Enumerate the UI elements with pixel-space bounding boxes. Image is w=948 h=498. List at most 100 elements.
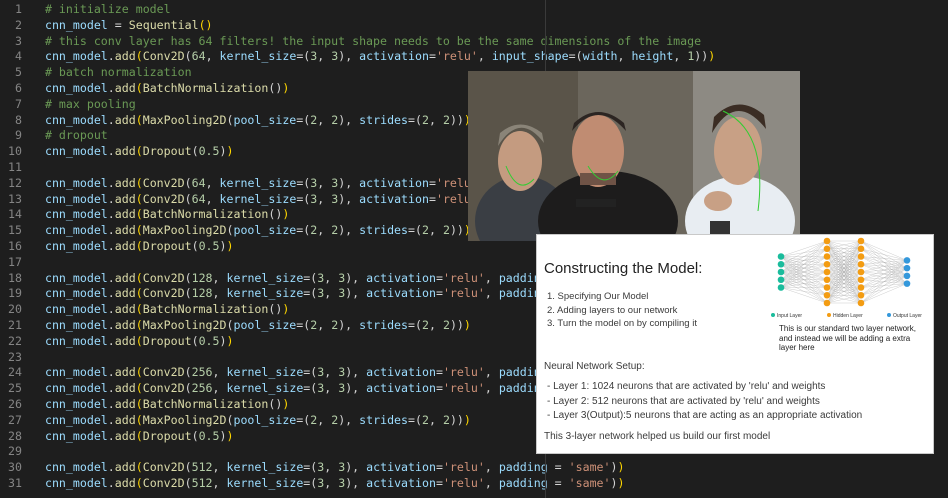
code-line[interactable]: 26 cnn_model.add(BatchNormalization()) [0,397,289,413]
code-line[interactable]: 11 [0,160,31,176]
line-number: 12 [8,175,22,190]
code-line[interactable]: 3 # this conv layer has 64 filters! the … [0,34,701,50]
network-node [857,291,865,299]
code-line[interactable]: 27 cnn_model.add(MaxPooling2D(pool_size=… [0,413,471,429]
code-line[interactable]: 2 cnn_model = Sequential() [0,18,213,34]
slide-footer: This 3-layer network helped us build our… [544,431,771,442]
line-number: 28 [8,428,22,443]
line-number: 21 [8,318,22,332]
network-node [857,245,865,253]
code-line[interactable]: 31 cnn_model.add(Conv2D(512, kernel_size… [0,476,625,492]
code-line[interactable]: 21 cnn_model.add(MaxPooling2D(pool_size=… [0,318,471,334]
network-node [777,284,785,291]
network-node [823,245,831,253]
line-number: 19 [8,286,22,301]
code-line[interactable]: 8 cnn_model.add(MaxPooling2D(pool_size=(… [0,113,471,129]
code-text: cnn_model.add(MaxPooling2D(pool_size=(2,… [44,412,471,427]
line-number: 2 [15,17,22,32]
code-text: cnn_model.add(Conv2D(64, kernel_size=(3,… [44,49,716,64]
setup-bullet: - Layer 2: 512 neurons that are activate… [547,395,820,407]
slide-title: Constructing the Model: [544,260,703,277]
network-node [777,260,785,268]
network-edge [860,260,908,273]
code-line[interactable]: 23 [0,350,31,366]
network-node [777,268,785,276]
setup-bullet: - Layer 3(Output):5 neurons that are act… [547,410,863,421]
network-node [857,284,865,291]
network-edge [780,287,828,304]
network-node [857,268,865,276]
network-edge [780,248,828,288]
line-number: 15 [8,223,22,238]
legend-label: Input Layer [777,313,802,319]
line-number: 27 [8,412,22,427]
line-number: 1 [15,2,22,16]
line-number: 23 [8,349,22,364]
code-text: cnn_model.add(Conv2D(256, kernel_size=(3… [44,365,597,380]
code-text: cnn_model.add(BatchNormalization()) [44,302,290,317]
code-text: cnn_model.add(BatchNormalization()) [44,207,290,222]
code-line[interactable]: 17 [0,255,31,271]
network-node [777,276,785,284]
code-line[interactable]: 25 cnn_model.add(Conv2D(256, kernel_size… [0,381,597,397]
legend-dot [827,313,831,317]
network-node [823,291,831,299]
code-line[interactable]: 1 # initialize model [0,2,171,18]
code-text: cnn_model.add(Conv2D(512, kernel_size=(3… [44,476,625,490]
network-edge [860,260,908,296]
network-node [823,276,831,284]
line-number: 4 [15,49,22,64]
code-line[interactable]: 18 cnn_model.add(Conv2D(128, kernel_size… [0,271,597,287]
line-number: 26 [8,397,22,411]
line-number: 5 [15,65,22,80]
line-number: 9 [15,128,22,143]
code-line[interactable]: 14 cnn_model.add(BatchNormalization()) [0,207,289,223]
network-edge [860,248,908,261]
code-line[interactable]: 9 # dropout [0,128,108,144]
code-line[interactable]: 15 cnn_model.add(MaxPooling2D(pool_size=… [0,223,471,239]
line-number: 25 [8,381,22,396]
code-text: # dropout [44,128,108,143]
network-node [823,237,831,245]
code-line[interactable]: 16 cnn_model.add(Dropout(0.5)) [0,239,233,255]
code-line[interactable]: 4 cnn_model.add(Conv2D(64, kernel_size=(… [0,49,715,65]
line-number: 30 [8,460,22,475]
slide-step: 1. Specifying Our Model [547,291,649,302]
code-line[interactable]: 12 cnn_model.add(Conv2D(64, kernel_size=… [0,176,527,192]
code-text: cnn_model.add(Conv2D(128, kernel_size=(3… [44,270,597,285]
code-line[interactable]: 5 # batch normalization [0,65,192,81]
code-line[interactable]: 10 cnn_model.add(Dropout(0.5)) [0,144,233,160]
code-line[interactable]: 28 cnn_model.add(Dropout(0.5)) [0,428,234,445]
legend-label: Hidden Layer [833,313,863,319]
code-line[interactable]: 29 [0,444,31,460]
setup-heading: Neural Network Setup: [544,361,645,372]
code-text: # initialize model [44,2,171,16]
code-line[interactable]: 22 cnn_model.add(Dropout(0.5)) [0,333,234,350]
network-node [857,276,865,284]
network-node [823,260,831,268]
network-node [777,253,785,260]
code-text: # max pooling [44,96,136,111]
network-node [903,257,911,264]
code-line[interactable]: 20 cnn_model.add(BatchNormalization()) [0,302,289,318]
network-edge [780,240,828,257]
network-edge [860,256,908,261]
code-text: cnn_model.add(Dropout(0.5)) [44,428,234,443]
line-number: 20 [8,302,22,317]
network-node [903,264,911,272]
code-line[interactable]: 13 cnn_model.add(Conv2D(64, kernel_size=… [0,192,527,208]
code-line[interactable]: 7 # max pooling [0,97,136,113]
slide-step: 3. Turn the model on by compiling it [547,318,697,329]
network-edge [860,268,908,304]
line-number: 8 [15,112,22,127]
code-line[interactable]: 24 cnn_model.add(Conv2D(256, kernel_size… [0,365,597,381]
network-node [823,284,831,291]
code-text: cnn_model.add(Dropout(0.5)) [44,333,234,348]
code-line[interactable]: 19 cnn_model.add(Conv2D(128, kernel_size… [0,286,597,302]
network-node [903,280,911,287]
code-line[interactable]: 6 cnn_model.add(BatchNormalization()) [0,81,289,97]
code-text: cnn_model.add(BatchNormalization()) [44,397,290,411]
code-text: cnn_model.add(Conv2D(256, kernel_size=(3… [44,381,597,396]
code-text: cnn_model.add(MaxPooling2D(pool_size=(2,… [44,112,471,127]
code-line[interactable]: 30 cnn_model.add(Conv2D(512, kernel_size… [0,460,624,476]
